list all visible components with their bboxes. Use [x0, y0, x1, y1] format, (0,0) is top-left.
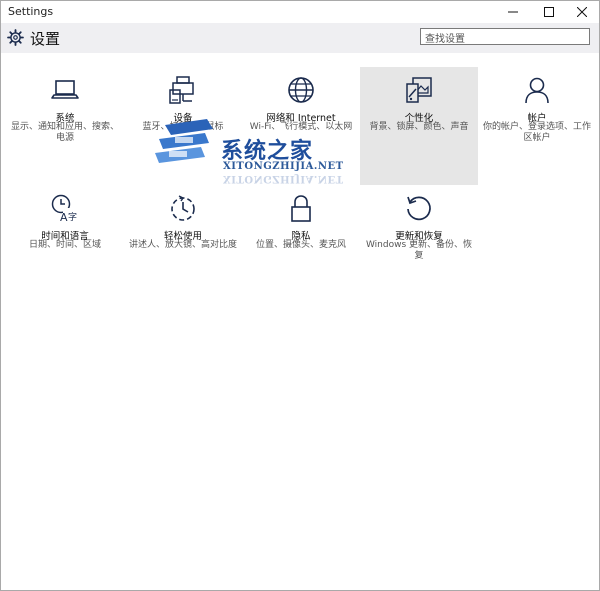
globe-icon — [288, 77, 314, 103]
gear-icon — [7, 29, 24, 46]
settings-window: Settings 设置 查找设置 系统 显示、通知和应用、搜索、电源 设备 蓝牙… — [0, 0, 600, 591]
tile-time-language-desc: 日期、时间、区域 — [28, 240, 101, 250]
tile-devices-desc: 蓝牙、打印机、鼠标 — [142, 122, 224, 132]
minimize-button[interactable] — [496, 1, 530, 23]
tile-devices[interactable]: 设备 蓝牙、打印机、鼠标 — [124, 67, 242, 185]
tile-personalization[interactable]: 个性化 背景、锁屏、颜色、声音 — [360, 67, 478, 185]
close-icon — [577, 7, 587, 17]
svg-text:字: 字 — [68, 211, 77, 223]
maximize-button[interactable] — [532, 1, 566, 23]
personalization-icon — [406, 77, 432, 103]
tile-personalization-desc: 背景、锁屏、颜色、声音 — [369, 122, 469, 132]
laptop-icon — [51, 80, 79, 99]
person-icon — [525, 77, 549, 104]
page-title: 设置 — [30, 30, 61, 48]
settings-header: 设置 查找设置 — [1, 23, 599, 53]
tile-network-desc: Wi-Fi、飞行模式、以太网 — [249, 122, 353, 132]
tile-update-recovery[interactable]: 更新和恢复 Windows 更新、备份、恢复 — [360, 185, 478, 303]
minimize-icon — [508, 11, 518, 13]
tile-time-language[interactable]: A 字 时间和语言 日期、时间、区域 — [6, 185, 124, 303]
window-title: Settings — [8, 5, 54, 18]
tile-ease-of-access[interactable]: 轻松使用 讲述人、放大镜、高对比度 — [124, 185, 242, 303]
ease-of-access-icon — [171, 195, 195, 221]
tile-system[interactable]: 系统 显示、通知和应用、搜索、电源 — [6, 67, 124, 185]
tile-privacy[interactable]: 隐私 位置、摄像头、麦克风 — [242, 185, 360, 303]
tile-privacy-desc: 位置、摄像头、麦克风 — [255, 240, 346, 250]
maximize-icon — [544, 7, 554, 17]
tile-network[interactable]: 网络和 Internet Wi-Fi、飞行模式、以太网 — [242, 67, 360, 185]
tile-update-recovery-desc: Windows 更新、备份、恢复 — [365, 240, 473, 261]
tile-system-desc: 显示、通知和应用、搜索、电源 — [11, 122, 120, 143]
tile-ease-of-access-desc: 讲述人、放大镜、高对比度 — [129, 240, 238, 250]
svg-text:A: A — [60, 211, 68, 223]
update-icon — [407, 196, 431, 221]
tile-accounts-desc: 你的帐户、登录选项、工作区帐户 — [483, 122, 592, 143]
title-bar[interactable]: Settings — [1, 1, 599, 23]
lock-icon — [291, 195, 311, 222]
time-language-icon: A 字 — [51, 194, 78, 223]
tile-accounts[interactable]: 帐户 你的帐户、登录选项、工作区帐户 — [478, 67, 596, 185]
search-input[interactable]: 查找设置 — [420, 28, 590, 45]
close-button[interactable] — [565, 1, 599, 23]
devices-icon — [169, 76, 194, 104]
